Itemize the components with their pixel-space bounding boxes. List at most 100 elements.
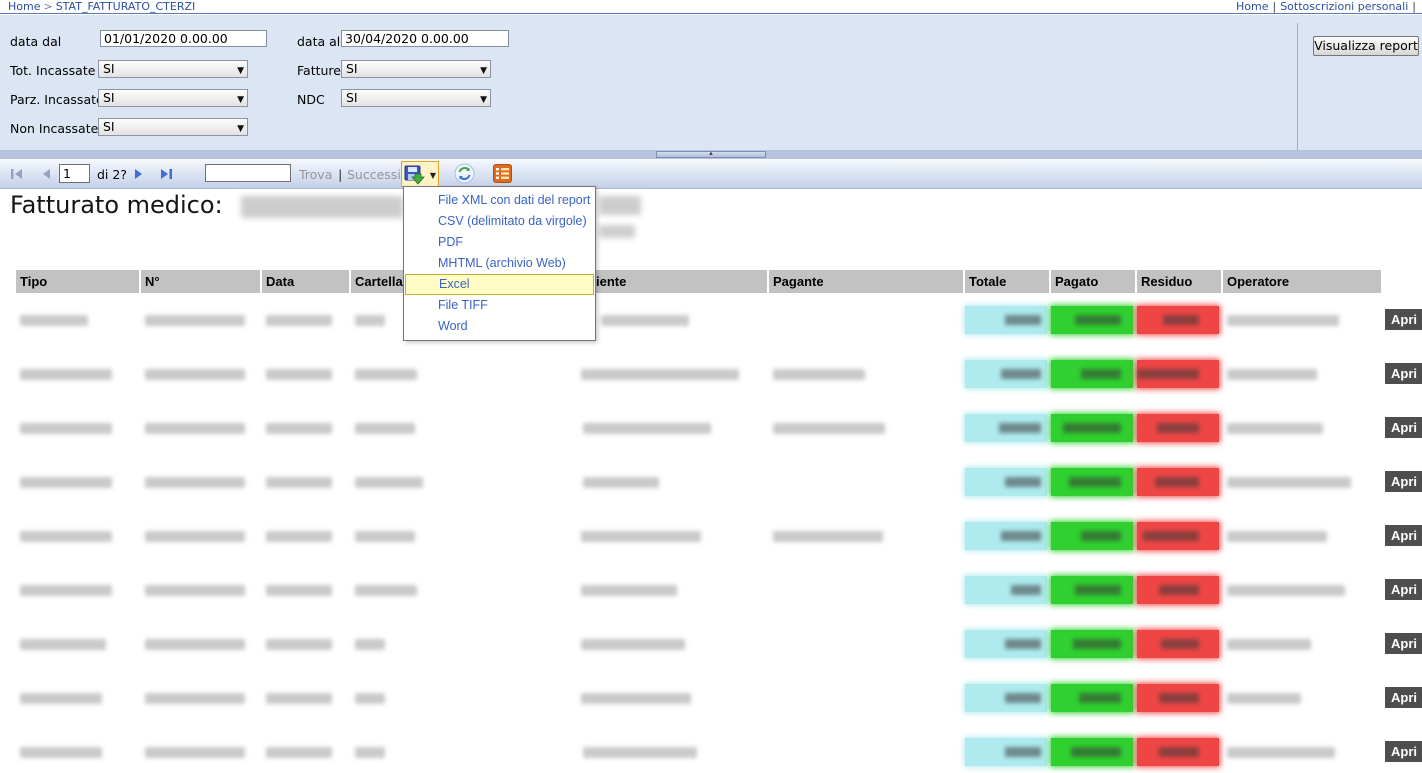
redacted-tipo xyxy=(20,531,112,542)
redacted-tipo xyxy=(20,369,112,380)
export-menu-item-excel[interactable]: Excel xyxy=(405,274,594,295)
redacted-amount xyxy=(1075,585,1121,595)
redacted-cartella xyxy=(355,531,415,542)
export-format-menu: File XML con dati del reportCSV (delimit… xyxy=(403,186,596,341)
pagato-cell xyxy=(1051,630,1133,658)
redacted-cliente xyxy=(581,531,701,542)
home-link[interactable]: Home xyxy=(1236,0,1268,13)
export-menu-item-word[interactable]: Word xyxy=(404,316,595,337)
column-header-pagante: Pagante xyxy=(769,270,963,293)
column-header-n-: N° xyxy=(141,270,260,293)
redacted-data xyxy=(266,693,332,704)
column-header-data: Data xyxy=(262,270,349,293)
apri-button[interactable]: Apri xyxy=(1385,363,1422,384)
table-header: TipoN°DataCartellaClientePaganteTotalePa… xyxy=(0,270,1422,293)
apri-button[interactable]: Apri xyxy=(1385,471,1422,492)
redacted-operatore xyxy=(1227,423,1323,434)
tot-incassate-select[interactable]: SI▼ xyxy=(98,60,248,78)
redacted-numero xyxy=(145,639,245,650)
last-page-icon[interactable] xyxy=(158,166,174,182)
apri-button[interactable]: Apri xyxy=(1385,687,1422,708)
splitter-bar: ▲ xyxy=(0,150,1422,159)
non-incassate-value: SI xyxy=(103,119,115,134)
first-page-icon[interactable] xyxy=(9,166,25,182)
redacted-tipo xyxy=(20,315,88,326)
previous-page-icon[interactable] xyxy=(38,166,54,182)
fatture-select[interactable]: SI ▼ xyxy=(341,60,491,78)
table-row: Apri xyxy=(0,401,1422,455)
refresh-icon[interactable] xyxy=(454,163,475,184)
residuo-cell xyxy=(1137,468,1219,496)
non-incassate-label: Non Incassate xyxy=(10,121,98,136)
top-links-separator: | xyxy=(1268,0,1280,13)
column-header-totale: Totale xyxy=(965,270,1049,293)
chevron-down-icon: ▼ xyxy=(480,63,487,79)
export-menu-item-file-xml-con-dati-del-report[interactable]: File XML con dati del report xyxy=(404,190,595,211)
redacted-amount xyxy=(1159,585,1199,595)
redacted-amount xyxy=(1005,639,1041,649)
pagato-cell xyxy=(1051,468,1133,496)
export-button[interactable]: ▼ xyxy=(401,161,439,187)
find-separator: | xyxy=(338,167,343,182)
ndc-label: NDC xyxy=(297,92,325,107)
fatture-value: SI xyxy=(346,61,358,76)
data-al-label: data al xyxy=(297,34,340,49)
breadcrumb: Home>STAT_FATTURATO_CTERZI xyxy=(8,0,195,13)
redacted-amount xyxy=(1159,693,1199,703)
pagato-cell xyxy=(1051,738,1133,766)
non-incassate-select[interactable]: SI▼ xyxy=(98,118,248,136)
redacted-numero xyxy=(145,747,245,758)
ndc-select[interactable]: SI▼ xyxy=(341,89,491,107)
redacted-data xyxy=(266,747,332,758)
apri-button[interactable]: Apri xyxy=(1385,525,1422,546)
totale-cell xyxy=(965,360,1047,388)
export-menu-item-pdf[interactable]: PDF xyxy=(404,232,595,253)
tot-incassate-value: SI xyxy=(103,61,115,76)
apri-button[interactable]: Apri xyxy=(1385,633,1422,654)
redacted-data xyxy=(266,315,332,326)
pagato-cell xyxy=(1051,522,1133,550)
apri-button[interactable]: Apri xyxy=(1385,309,1422,330)
redacted-cartella xyxy=(355,369,417,380)
page-number-input[interactable] xyxy=(59,164,90,183)
export-menu-item-csv-delimitato-da-virgole[interactable]: CSV (delimitato da virgole) xyxy=(404,211,595,232)
redacted-cartella xyxy=(355,423,415,434)
redacted-cartella xyxy=(355,315,385,326)
redacted-tipo xyxy=(20,693,102,704)
find-label[interactable]: Trova xyxy=(299,167,332,182)
redacted-numero xyxy=(145,369,245,380)
redacted-data xyxy=(266,369,332,380)
totale-cell xyxy=(965,468,1047,496)
export-menu-item-mhtml-archivio-web[interactable]: MHTML (archivio Web) xyxy=(404,253,595,274)
view-report-button[interactable]: Visualizza report xyxy=(1313,36,1419,56)
apri-button[interactable]: Apri xyxy=(1385,417,1422,438)
redacted-cartella xyxy=(355,639,385,650)
redacted-cliente xyxy=(583,423,711,434)
redacted-data xyxy=(266,477,332,488)
redacted-cartella xyxy=(355,693,385,704)
report-title: Fatturato medico: xyxy=(10,191,223,219)
data-al-input[interactable] xyxy=(341,30,509,47)
redacted-operatore xyxy=(1227,585,1345,596)
apri-button[interactable]: Apri xyxy=(1385,741,1422,762)
chevron-down-icon: ▼ xyxy=(480,92,487,108)
data-dal-input[interactable] xyxy=(100,30,267,47)
export-menu-item-file-tiff[interactable]: File TIFF xyxy=(404,295,595,316)
table-row: Apri xyxy=(0,617,1422,671)
breadcrumb-home-link[interactable]: Home xyxy=(8,0,40,13)
subscriptions-link[interactable]: Sottoscrizioni personali xyxy=(1280,0,1408,13)
apri-button[interactable]: Apri xyxy=(1385,579,1422,600)
redacted-amount xyxy=(1159,747,1199,757)
redacted-cliente xyxy=(581,693,691,704)
collapse-parameters-handle[interactable]: ▲ xyxy=(656,151,766,158)
redacted-tipo xyxy=(20,747,102,758)
next-page-icon[interactable] xyxy=(131,166,147,182)
pagato-cell xyxy=(1051,306,1133,334)
search-input[interactable] xyxy=(205,164,291,182)
table-row: Apri xyxy=(0,455,1422,509)
top-bar: Home>STAT_FATTURATO_CTERZI Home|Sottoscr… xyxy=(0,0,1422,14)
pagato-cell xyxy=(1051,576,1133,604)
data-feed-icon[interactable] xyxy=(493,164,512,183)
breadcrumb-current-link[interactable]: STAT_FATTURATO_CTERZI xyxy=(56,0,196,13)
parz-incassate-select[interactable]: SI▼ xyxy=(98,89,248,107)
